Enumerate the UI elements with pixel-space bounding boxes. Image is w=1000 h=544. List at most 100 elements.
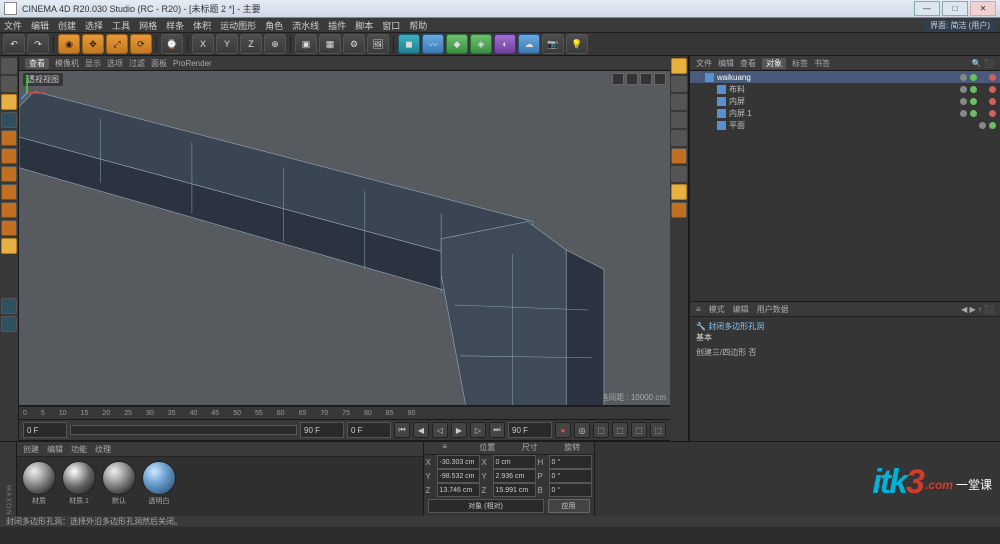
mat-tab[interactable]: 功能 [71, 444, 87, 455]
coord-x-pos[interactable]: -30.303 cm [437, 455, 480, 469]
axis-z-icon[interactable]: Z [240, 34, 262, 54]
object-row[interactable]: 内屏 [690, 95, 1000, 107]
coord-z-pos[interactable]: 13.746 cm [437, 483, 480, 497]
light-icon[interactable]: 💡 [566, 34, 588, 54]
time-current[interactable]: 0 F [347, 422, 391, 438]
time-fps[interactable]: 90 F [508, 422, 552, 438]
coord-y-size[interactable]: 2.936 cm [493, 469, 536, 483]
object-name[interactable]: waikuang [717, 73, 751, 82]
object-name[interactable]: 内屏 [729, 96, 745, 107]
menu-item[interactable]: 脚本 [355, 19, 373, 32]
subdivision-icon[interactable]: ◈ [470, 34, 492, 54]
vp-tab[interactable]: 查看 [25, 58, 49, 69]
menu-item[interactable]: 编辑 [31, 19, 49, 32]
vp-tab[interactable]: 显示 [85, 58, 101, 69]
material-slot[interactable]: 默认 [101, 461, 137, 512]
uv-polygon-icon[interactable] [1, 148, 17, 164]
snap-icon[interactable] [1, 202, 17, 218]
menu-item[interactable]: 帮助 [409, 19, 427, 32]
vp-tab[interactable]: 选项 [107, 58, 123, 69]
time-start[interactable]: 0 F [23, 422, 67, 438]
menu-item[interactable]: 插件 [328, 19, 346, 32]
snap-point-icon[interactable] [671, 94, 687, 110]
menu-item[interactable]: 选择 [85, 19, 103, 32]
goto-end-icon[interactable]: ⏭ [489, 422, 505, 438]
object-name[interactable]: 内屏.1 [729, 108, 752, 119]
menu-item[interactable]: 创建 [58, 19, 76, 32]
render-region-icon[interactable]: ▦ [319, 34, 341, 54]
material-slot[interactable]: 透明白 [141, 461, 177, 512]
snap-settings-icon[interactable] [1, 238, 17, 254]
coord-apply-button[interactable]: 应用 [548, 499, 590, 513]
coord-z-size[interactable]: 15.991 cm [493, 483, 536, 497]
menu-item[interactable]: 样条 [166, 19, 184, 32]
key-rot-icon[interactable]: ⬚ [612, 422, 628, 438]
coord-b-rot[interactable]: 0 ° [549, 483, 592, 497]
viewport[interactable]: 透视视图 网格间距 : 10000 cm [19, 71, 670, 406]
snap-poly-icon[interactable] [671, 130, 687, 146]
cube-primitive-icon[interactable]: ◼ [398, 34, 420, 54]
om-menu[interactable]: 文件 [696, 58, 712, 69]
menu-item[interactable]: 流水线 [292, 19, 319, 32]
close-button[interactable]: ✕ [970, 1, 996, 16]
step-back-icon[interactable]: ◀ [413, 422, 429, 438]
coord-x-size[interactable]: 0 cm [493, 455, 536, 469]
timeline-ruler[interactable]: 05 1015 2025 3035 4045 5055 6065 7075 80… [19, 406, 670, 420]
object-row[interactable]: 布料 [690, 83, 1000, 95]
quantize-icon[interactable] [671, 202, 687, 218]
vp-tab[interactable]: 模像机 [55, 58, 79, 69]
snap-edge-icon[interactable] [671, 112, 687, 128]
move-icon[interactable]: ✥ [82, 34, 104, 54]
live-select-icon[interactable]: ◉ [58, 34, 80, 54]
vp-tab[interactable]: 过滤 [129, 58, 145, 69]
goto-start-icon[interactable]: ⏮ [394, 422, 410, 438]
key-param-icon[interactable]: ⬚ [650, 422, 666, 438]
attr-tab[interactable]: 模式 [709, 304, 725, 315]
spline-icon[interactable]: 〰 [422, 34, 444, 54]
rotate-icon[interactable]: ⟳ [130, 34, 152, 54]
model-mode-icon[interactable] [1, 58, 17, 74]
deformer-icon[interactable]: ◐ [494, 34, 516, 54]
texture-mode-icon[interactable] [1, 76, 17, 92]
snap-axis-icon[interactable] [671, 166, 687, 182]
menu-item[interactable]: 角色 [265, 19, 283, 32]
axis-world-icon[interactable]: ⊕ [264, 34, 286, 54]
menu-item[interactable]: 工具 [112, 19, 130, 32]
attr-tab[interactable]: 编辑 [733, 304, 749, 315]
time-end[interactable]: 90 F [300, 422, 344, 438]
search-icon[interactable]: 🔍 ⬛ [972, 59, 994, 68]
point-mode-icon[interactable] [1, 94, 17, 110]
render-icon[interactable]: ▣ [295, 34, 317, 54]
environment-icon[interactable]: ☁ [518, 34, 540, 54]
snap-spline-icon[interactable] [671, 148, 687, 164]
axis-mode-icon[interactable] [1, 184, 17, 200]
object-row[interactable]: - waikuang [690, 71, 1000, 83]
object-tree[interactable]: - waikuang 布料 内屏 [690, 71, 1000, 302]
record-icon[interactable]: ● [555, 422, 571, 438]
coord-h-rot[interactable]: 0 ° [549, 455, 592, 469]
menu-item[interactable]: 文件 [4, 19, 22, 32]
render-settings-icon[interactable]: ⚙ [343, 34, 365, 54]
key-pos-icon[interactable]: ⬚ [593, 422, 609, 438]
snap-grid-icon[interactable] [671, 76, 687, 92]
time-scrub[interactable] [70, 425, 297, 435]
object-name[interactable]: 平面 [729, 120, 745, 131]
redo-icon[interactable]: ↷ [27, 34, 49, 54]
om-menu[interactable]: 书签 [814, 58, 830, 69]
object-row[interactable]: 平面 [690, 119, 1000, 131]
menu-item[interactable]: 运动图形 [220, 19, 256, 32]
vp-tab[interactable]: ProRender [173, 59, 212, 68]
mat-tab[interactable]: 纹理 [95, 444, 111, 455]
coord-p-rot[interactable]: 0 ° [549, 469, 592, 483]
autokey-icon[interactable]: ◎ [574, 422, 590, 438]
coord-mode-dropdown[interactable]: 对象 (相对) [428, 499, 544, 513]
uv-point-icon[interactable] [1, 166, 17, 182]
minimize-button[interactable]: — [914, 1, 940, 16]
vp-tab[interactable]: 面板 [151, 58, 167, 69]
axis-x-icon[interactable]: X [192, 34, 214, 54]
snap-toggle-icon[interactable] [671, 58, 687, 74]
menu-item[interactable]: 体积 [193, 19, 211, 32]
history-icon[interactable]: ⌚ [161, 34, 183, 54]
maximize-button[interactable]: □ [942, 1, 968, 16]
camera-icon[interactable]: 📷 [542, 34, 564, 54]
